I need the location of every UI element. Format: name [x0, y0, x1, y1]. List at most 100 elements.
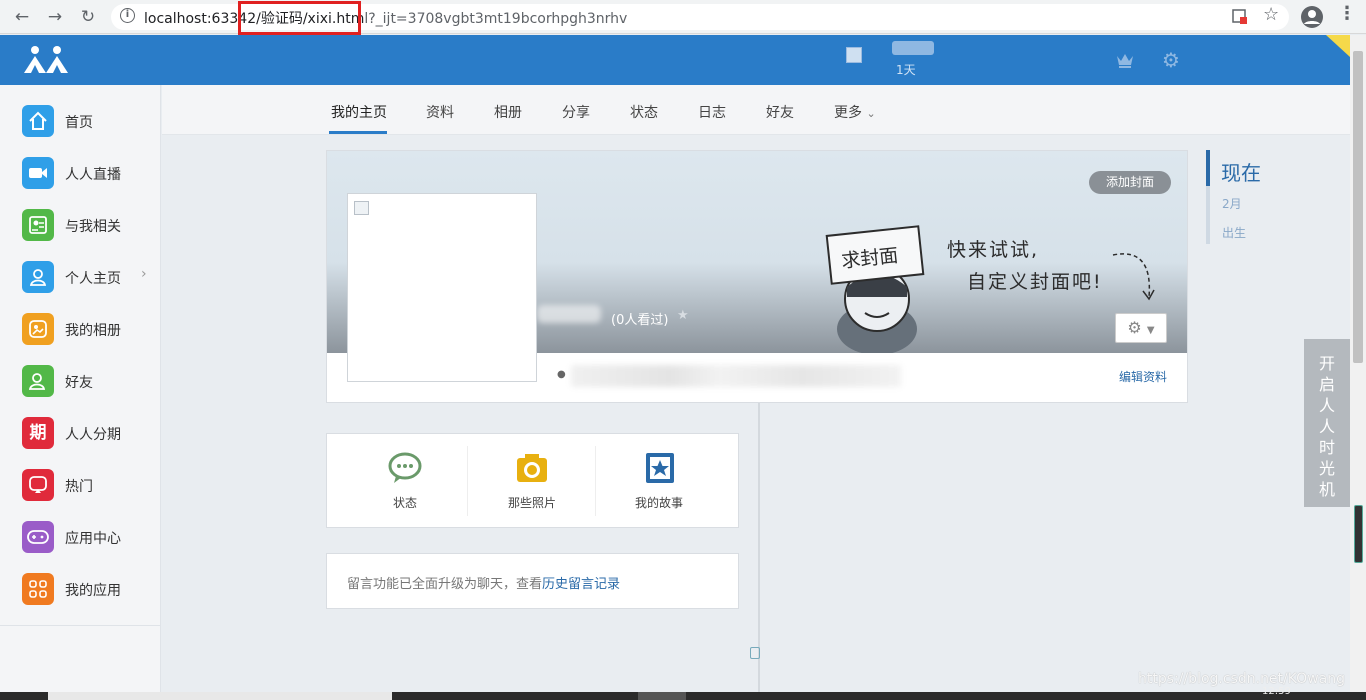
divider — [595, 446, 596, 516]
sidebar-item-label: 我的相册 — [65, 323, 121, 339]
timeline-handle[interactable] — [750, 647, 760, 659]
star-icon[interactable]: ☆ — [1263, 4, 1279, 25]
sidebar-item-live[interactable]: 人人直播 — [0, 147, 160, 199]
browser-toolbar: ← → ↻ i localhost:63342/验证码/xixi.html?_i… — [0, 0, 1366, 35]
gear-icon[interactable]: ⚙ — [1162, 48, 1180, 72]
tab-friends[interactable]: 好友 — [766, 102, 794, 122]
tab-blog[interactable]: 日志 — [698, 102, 726, 122]
corner-ribbon-icon[interactable] — [1326, 35, 1350, 57]
timeline-item-month[interactable]: 2月 — [1222, 195, 1242, 212]
timeline-item-birth[interactable]: 出生 — [1222, 224, 1246, 241]
profile-cover-card: 添加封面 求封面 快来试试, 自定义封面吧! ⚙ ▼ (0人看过) ★ ● 编辑… — [326, 150, 1188, 403]
page-scrollbar[interactable] — [1350, 35, 1366, 700]
menu-kebab-icon[interactable]: ⋮ — [1338, 3, 1356, 24]
sidebar: 首页 人人直播 与我相关 个人主页 › 我的相册 好友 期 人人分期 热门 应用… — [0, 85, 161, 700]
sidebar-item-label: 好友 — [65, 375, 93, 391]
post-story-button[interactable]: 我的故事 — [609, 452, 709, 516]
time-machine-tab[interactable]: 开启人人时光机 — [1304, 339, 1350, 507]
taskbar: 12:59 — [0, 686, 1366, 700]
sidebar-item-profile[interactable]: 个人主页 › — [0, 251, 160, 303]
tab-status[interactable]: 状态 — [630, 102, 658, 122]
story-book-icon — [646, 453, 674, 483]
renren-logo-icon[interactable] — [22, 45, 70, 75]
tab-profile-info[interactable]: 资料 — [426, 102, 454, 122]
message-notice: 留言功能已全面升级为聊天，查看历史留言记录 — [347, 573, 620, 592]
sidebar-item-label: 与我相关 — [65, 219, 121, 235]
taskbar-item[interactable] — [48, 692, 392, 700]
sidebar-item-label: 人人分期 — [65, 427, 121, 443]
url-text[interactable]: localhost:63342/验证码/xixi.html?_ijt=3708v… — [144, 8, 627, 28]
sidebar-item-related[interactable]: 与我相关 — [0, 199, 160, 251]
reload-icon[interactable]: ↻ — [76, 5, 100, 29]
profile-tabs: 我的主页 资料 相册 分享 状态 日志 好友 更多 ⌄ — [162, 85, 1350, 135]
site-header: 1天 ⚙ — [0, 35, 1350, 85]
sidebar-item-my-apps[interactable]: 我的应用 — [0, 563, 160, 615]
tab-more[interactable]: 更多 ⌄ — [834, 102, 876, 122]
add-cover-button[interactable]: 添加封面 — [1089, 171, 1171, 194]
divider — [0, 625, 160, 626]
contact-card-icon — [22, 209, 54, 241]
scrollbar-thumb[interactable] — [1353, 51, 1363, 363]
edit-profile-link[interactable]: 编辑资料 — [1119, 368, 1167, 385]
sidebar-item-friends[interactable]: 好友 — [0, 355, 160, 407]
timeline-now[interactable]: 现在 — [1221, 157, 1261, 186]
profile-avatar-frame[interactable] — [347, 193, 537, 382]
cartoon-illustration: 求封面 — [825, 225, 925, 353]
sidebar-item-label: 我的应用 — [65, 583, 121, 599]
taskbar-item[interactable] — [638, 692, 686, 700]
dashed-arrow-icon — [1112, 253, 1155, 301]
sidebar-item-label: 个人主页 — [65, 271, 121, 287]
info-icon[interactable]: i — [120, 8, 135, 23]
album-icon — [22, 313, 54, 345]
sidebar-item-label: 人人直播 — [65, 167, 121, 183]
translate-icon[interactable] — [1232, 9, 1248, 25]
chat-bubble-icon — [388, 452, 422, 483]
tab-more-label: 更多 — [834, 105, 862, 121]
star-icon[interactable]: ★ — [677, 308, 689, 323]
sidebar-item-hot[interactable]: 热门 — [0, 459, 160, 511]
action-label: 那些照片 — [507, 496, 556, 510]
tab-home[interactable]: 我的主页 — [331, 102, 387, 122]
action-label: 我的故事 — [634, 496, 683, 510]
sidebar-item-home[interactable]: 首页 — [0, 95, 160, 147]
divider — [467, 446, 468, 516]
action-label: 状态 — [392, 496, 417, 510]
timeline-nav: 现在 2月 出生 — [1206, 150, 1286, 250]
days-label: 1天 — [896, 63, 916, 77]
timeline-active-bar — [1206, 150, 1210, 186]
apps-grid-icon — [22, 573, 54, 605]
camera-icon — [517, 454, 547, 482]
timeline-bar — [1206, 186, 1210, 244]
sidebar-item-label: 热门 — [65, 479, 93, 495]
sidebar-item-app-center[interactable]: 应用中心 — [0, 511, 160, 563]
active-tab-indicator — [329, 131, 387, 134]
message-notice-text: 留言功能已全面升级为聊天，查看 — [347, 577, 543, 592]
cover-slogan-line2: 自定义封面吧! — [967, 271, 1103, 293]
user-avatar-thumb[interactable] — [846, 47, 862, 63]
sidebar-item-label: 首页 — [65, 115, 93, 131]
profile-avatar-icon[interactable] — [1300, 5, 1324, 29]
user-name-blur — [537, 305, 601, 323]
tab-share[interactable]: 分享 — [562, 102, 590, 122]
school-icon: ● — [557, 369, 566, 380]
home-icon — [22, 105, 54, 137]
post-photos-button[interactable]: 那些照片 — [482, 452, 582, 516]
back-arrow-icon[interactable]: ← — [10, 5, 34, 29]
chevron-down-icon: ⌄ — [866, 107, 876, 120]
publish-actions-card: 状态 那些照片 我的故事 — [326, 433, 739, 528]
history-messages-link[interactable]: 历史留言记录 — [542, 577, 620, 592]
cover-settings-button[interactable]: ⚙ ▼ — [1115, 313, 1167, 343]
user-name-blur[interactable] — [892, 41, 934, 55]
tab-album[interactable]: 相册 — [494, 102, 522, 122]
hot-icon — [22, 469, 54, 501]
watermark: https://blog.csdn.net/KOwang — [1138, 671, 1345, 687]
forward-arrow-icon[interactable]: → — [43, 5, 67, 29]
sidebar-item-installment[interactable]: 期 人人分期 — [0, 407, 160, 459]
crown-icon[interactable] — [1116, 52, 1134, 68]
profile-info-blur — [571, 365, 901, 387]
post-status-button[interactable]: 状态 — [355, 452, 455, 516]
friend-icon — [22, 365, 54, 397]
sidebar-item-album[interactable]: 我的相册 — [0, 303, 160, 355]
side-widget[interactable] — [1354, 505, 1363, 563]
person-icon — [22, 261, 54, 293]
